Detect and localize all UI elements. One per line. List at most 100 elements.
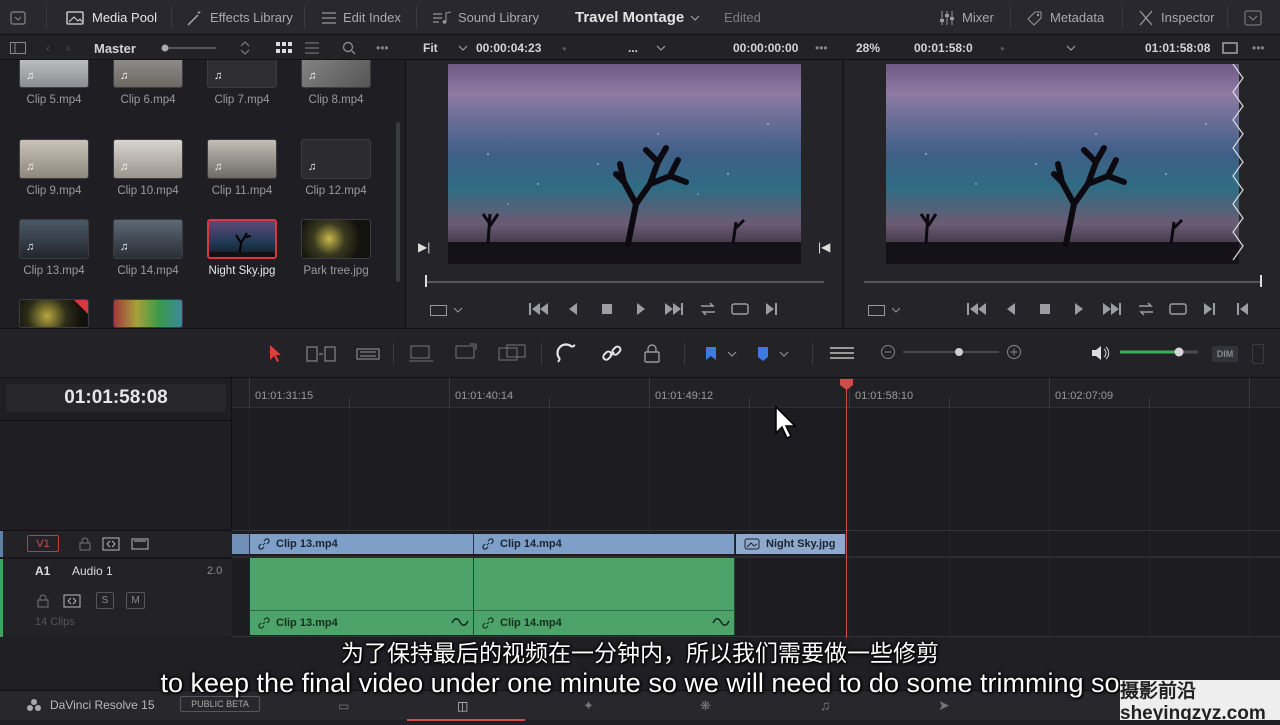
- thumbnail-size-slider[interactable]: [160, 36, 218, 60]
- jump-to-start-icon[interactable]: [529, 303, 548, 315]
- loop-icon[interactable]: [701, 302, 715, 316]
- metadata-button[interactable]: Metadata: [1026, 0, 1104, 35]
- position-lock-icon[interactable]: [643, 343, 661, 365]
- volume-speaker-icon[interactable]: [1091, 345, 1111, 361]
- video-clip-night-sky[interactable]: Night Sky.jpg: [736, 534, 846, 554]
- video-clip-13[interactable]: Clip 13.mp4: [250, 534, 474, 554]
- source-clip-dropdown[interactable]: ...: [628, 36, 666, 60]
- audio-meter-button[interactable]: [1252, 344, 1264, 364]
- zoom-out-icon[interactable]: [880, 344, 896, 360]
- auto-select-icon[interactable]: [63, 594, 81, 608]
- jump-to-start-icon[interactable]: [967, 303, 986, 315]
- timeline-viewer-frame[interactable]: [886, 64, 1239, 264]
- overwrite-clip-icon[interactable]: [452, 343, 480, 365]
- a1-label[interactable]: A1: [35, 564, 50, 578]
- timeline-playhead[interactable]: [846, 385, 847, 638]
- next-edit-icon[interactable]: [1204, 303, 1215, 315]
- stop-icon[interactable]: [602, 304, 612, 314]
- dim-button[interactable]: DIM: [1212, 346, 1238, 362]
- bin-name[interactable]: Master: [94, 36, 136, 60]
- lock-track-icon[interactable]: [36, 594, 50, 608]
- source-viewer-options-button[interactable]: [430, 304, 464, 322]
- in-point-marker-icon[interactable]: ▶|: [418, 240, 430, 254]
- mute-button[interactable]: M: [126, 592, 145, 609]
- layout-menu-button[interactable]: [10, 0, 26, 35]
- v1-destination-button[interactable]: V1: [27, 535, 59, 552]
- audio-track-name[interactable]: Audio 1: [72, 564, 113, 578]
- timeline-viewer-options-button[interactable]: •••: [1252, 36, 1265, 60]
- viewer-mode-button[interactable]: [1222, 36, 1238, 60]
- media-clip-night-sky[interactable]: Night Sky.jpg: [188, 219, 282, 299]
- fade-curve-icon[interactable]: [451, 617, 469, 627]
- video-clip-14[interactable]: Clip 14.mp4: [474, 534, 735, 554]
- thumbnail-view-button[interactable]: [276, 36, 292, 60]
- inspector-button[interactable]: Inspector: [1137, 0, 1214, 35]
- source-viewer-frame[interactable]: [448, 64, 801, 264]
- timeline-view-options-icon[interactable]: [829, 345, 855, 361]
- stop-icon[interactable]: [1040, 304, 1050, 314]
- source-fit-dropdown[interactable]: Fit: [423, 36, 468, 60]
- media-clip-12[interactable]: ♫ Clip 12.mp4: [282, 139, 376, 219]
- audio-clip-14[interactable]: Clip 14.mp4: [474, 558, 735, 635]
- fade-curve-icon[interactable]: [712, 617, 730, 627]
- next-edit-icon[interactable]: [766, 303, 777, 315]
- media-clip-11[interactable]: ♫ Clip 11.mp4: [188, 139, 282, 219]
- media-clip-7[interactable]: ♫ Clip 7.mp4: [188, 60, 282, 128]
- sound-library-button[interactable]: Sound Library: [432, 0, 539, 35]
- disable-video-track-icon[interactable]: [131, 537, 149, 551]
- previous-edit-icon[interactable]: [1237, 303, 1248, 315]
- workspace-menu-button[interactable]: [1244, 0, 1262, 35]
- mixer-button[interactable]: Mixer: [938, 0, 994, 35]
- blade-edit-icon[interactable]: [356, 345, 380, 363]
- timeline-scrubber[interactable]: [864, 281, 1262, 283]
- insert-clip-icon[interactable]: [407, 343, 435, 365]
- media-pool-scrollbar[interactable]: [396, 122, 400, 282]
- snapping-magnet-icon[interactable]: [556, 343, 578, 365]
- media-clip-8[interactable]: ♫ Clip 8.mp4: [282, 60, 376, 128]
- media-clip-thumbnail-partial[interactable]: [19, 299, 89, 328]
- play-reverse-icon[interactable]: [1007, 303, 1015, 315]
- media-clip-13[interactable]: ♫ Clip 13.mp4: [0, 219, 94, 299]
- lock-track-icon[interactable]: [78, 537, 92, 551]
- loop-icon[interactable]: [1139, 302, 1153, 316]
- media-clip-color-bars-partial[interactable]: [113, 299, 183, 328]
- flag-dropdown[interactable]: [704, 345, 740, 363]
- trim-edit-icon[interactable]: [306, 344, 336, 364]
- match-frame-icon[interactable]: [1169, 303, 1187, 315]
- media-clip-5[interactable]: ♫ Clip 5.mp4: [0, 60, 94, 128]
- media-clip-14[interactable]: ♫ Clip 14.mp4: [94, 219, 188, 299]
- timeline-ruler[interactable]: 01:01:31:15 01:01:40:14 01:01:49:12 01:0…: [232, 378, 1280, 408]
- source-options-button[interactable]: •••: [815, 36, 828, 60]
- search-button[interactable]: [342, 36, 356, 60]
- toggle-bins-button[interactable]: [10, 36, 26, 60]
- source-playhead[interactable]: [425, 275, 427, 287]
- audio-clip-13[interactable]: Clip 13.mp4: [250, 558, 474, 635]
- play-icon[interactable]: [1075, 303, 1083, 315]
- fusion-page-tab[interactable]: ✦: [583, 698, 594, 714]
- media-page-tab[interactable]: ▭: [338, 699, 349, 713]
- volume-slider[interactable]: [1118, 346, 1200, 358]
- media-clip-9[interactable]: ♫ Clip 9.mp4: [0, 139, 94, 219]
- media-pool-options-button[interactable]: •••: [376, 36, 389, 60]
- solo-button[interactable]: S: [96, 592, 114, 609]
- project-title[interactable]: Travel Montage: [575, 0, 700, 35]
- back-button[interactable]: ‹: [46, 36, 50, 60]
- effects-library-button[interactable]: Effects Library: [186, 0, 293, 35]
- marker-dropdown[interactable]: [756, 345, 792, 363]
- timeline-zoom-slider[interactable]: [901, 346, 1001, 358]
- replace-clip-icon[interactable]: [497, 343, 527, 365]
- list-view-button[interactable]: [305, 36, 319, 60]
- color-page-tab[interactable]: ❋: [700, 698, 711, 714]
- media-clip-park-tree[interactable]: Park tree.jpg: [282, 219, 376, 299]
- linked-selection-icon[interactable]: [601, 343, 623, 365]
- media-clip-6[interactable]: ♫ Clip 6.mp4: [94, 60, 188, 128]
- fairlight-page-tab[interactable]: ♫: [820, 697, 831, 713]
- forward-button[interactable]: ›: [66, 36, 70, 60]
- zoom-in-icon[interactable]: [1006, 344, 1022, 360]
- out-point-marker-icon[interactable]: |◀: [818, 240, 830, 254]
- timeline-select-dropdown[interactable]: [1066, 36, 1076, 60]
- timeline-viewer-playhead[interactable]: [1260, 275, 1262, 287]
- auto-select-icon[interactable]: [102, 537, 120, 551]
- edit-index-button[interactable]: Edit Index: [321, 0, 401, 35]
- match-frame-icon[interactable]: [731, 303, 749, 315]
